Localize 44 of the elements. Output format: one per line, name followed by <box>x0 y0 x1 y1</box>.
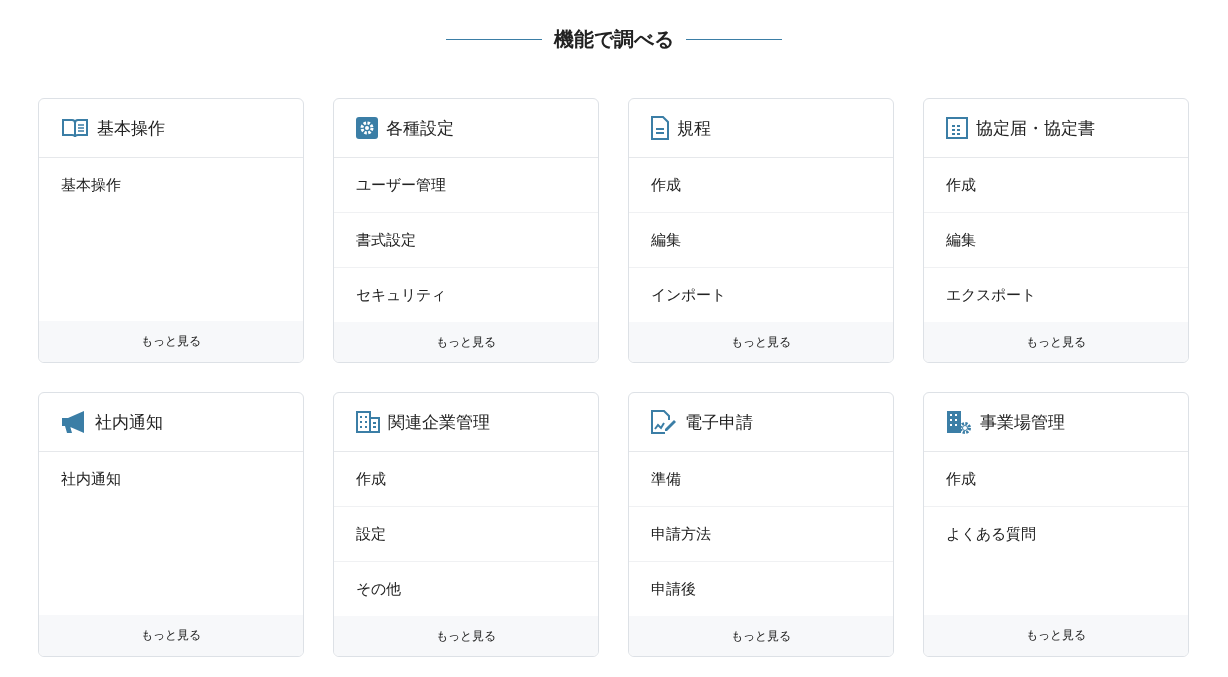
see-more-button[interactable]: もっと見る <box>334 322 598 362</box>
card-title: 社内通知 <box>95 410 163 434</box>
category-link[interactable]: 社内通知 <box>39 452 303 506</box>
card-title: 規程 <box>677 116 711 140</box>
category-link[interactable]: 作成 <box>924 158 1188 213</box>
megaphone-icon <box>61 410 87 434</box>
category-link[interactable]: ユーザー管理 <box>334 158 598 213</box>
category-link[interactable]: 設定 <box>334 507 598 562</box>
category-link[interactable]: 申請方法 <box>629 507 893 562</box>
category-link[interactable]: エクスポート <box>924 268 1188 322</box>
building-icon <box>356 411 380 433</box>
category-link[interactable]: 編集 <box>924 213 1188 268</box>
category-link[interactable]: その他 <box>334 562 598 616</box>
card-title: 協定届・協定書 <box>976 116 1095 140</box>
document-pen-icon <box>651 410 677 434</box>
card-title: 関連企業管理 <box>388 410 490 434</box>
card-title: 基本操作 <box>97 116 165 140</box>
see-more-button[interactable]: もっと見る <box>924 615 1188 656</box>
building-gear-icon <box>946 410 972 434</box>
category-link[interactable]: 作成 <box>629 158 893 213</box>
category-link[interactable]: セキュリティ <box>334 268 598 322</box>
category-link[interactable]: 申請後 <box>629 562 893 616</box>
category-link[interactable]: 準備 <box>629 452 893 507</box>
card-title: 各種設定 <box>386 116 454 140</box>
spreadsheet-icon <box>946 117 968 139</box>
see-more-button[interactable]: もっと見る <box>39 615 303 656</box>
open-book-icon <box>61 118 89 138</box>
card-title: 事業場管理 <box>980 410 1065 434</box>
category-link[interactable]: 書式設定 <box>334 213 598 268</box>
category-link[interactable]: よくある質問 <box>924 507 1188 561</box>
document-icon <box>651 116 669 140</box>
see-more-button[interactable]: もっと見る <box>629 616 893 656</box>
see-more-button[interactable]: もっと見る <box>924 322 1188 362</box>
settings-icon <box>356 117 378 139</box>
see-more-button[interactable]: もっと見る <box>629 322 893 362</box>
category-link[interactable]: 編集 <box>629 213 893 268</box>
category-link[interactable]: インポート <box>629 268 893 322</box>
category-link[interactable]: 作成 <box>334 452 598 507</box>
category-link[interactable]: 作成 <box>924 452 1188 507</box>
category-link[interactable]: 基本操作 <box>39 158 303 212</box>
section-heading: 機能で調べる <box>554 26 674 53</box>
see-more-button[interactable]: もっと見る <box>39 321 303 362</box>
card-title: 電子申請 <box>685 410 753 434</box>
see-more-button[interactable]: もっと見る <box>334 616 598 656</box>
